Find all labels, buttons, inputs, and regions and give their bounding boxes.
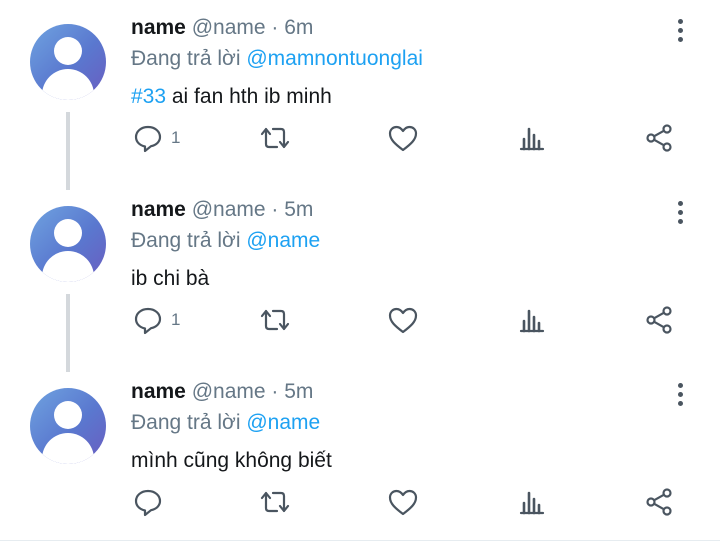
timestamp[interactable]: · 5m	[271, 198, 313, 221]
like-icon	[387, 305, 419, 335]
avatar[interactable]	[30, 388, 106, 464]
tweet[interactable]: name @name · 6m Đang trả lời @mamnontuon…	[0, 0, 720, 182]
like-icon	[387, 123, 419, 153]
like-button[interactable]	[387, 118, 419, 158]
retweet-button[interactable]	[258, 118, 292, 158]
timestamp[interactable]: · 5m	[271, 380, 313, 403]
stats-button[interactable]	[518, 300, 546, 340]
tweet-header: name @name · 6m	[131, 16, 313, 40]
like-button[interactable]	[387, 482, 419, 522]
share-button[interactable]	[644, 118, 674, 158]
retweet-button[interactable]	[258, 300, 292, 340]
replying-to: Đang trả lời @name	[131, 411, 320, 435]
replying-to: Đang trả lời @mamnontuonglai	[131, 47, 423, 71]
user-handle: @name	[191, 16, 266, 39]
more-icon[interactable]	[670, 16, 690, 46]
reply-icon	[133, 487, 163, 517]
replying-to: Đang trả lời @name	[131, 229, 320, 253]
retweet-icon	[258, 305, 292, 335]
tweet-text: #33 ai fan hth ib minh	[131, 85, 332, 109]
like-button[interactable]	[387, 300, 419, 340]
reply-button[interactable]: 1	[133, 118, 180, 158]
more-icon[interactable]	[670, 380, 690, 410]
replying-to-label: Đang trả lời	[131, 47, 241, 70]
more-icon[interactable]	[670, 198, 690, 228]
share-icon	[644, 123, 674, 153]
replying-to-label: Đang trả lời	[131, 411, 241, 434]
share-icon	[644, 305, 674, 335]
user-handle: @name	[191, 380, 266, 403]
reply-icon	[133, 305, 163, 335]
reply-button[interactable]	[133, 482, 163, 522]
share-button[interactable]	[644, 482, 674, 522]
reply-to-link[interactable]: @name	[246, 411, 320, 434]
display-name[interactable]: name	[131, 380, 186, 403]
stats-button[interactable]	[518, 118, 546, 158]
tweet-header: name @name · 5m	[131, 380, 313, 404]
tweet[interactable]: name @name · 5m Đang trả lời @name mình …	[0, 364, 720, 546]
reply-count: 1	[171, 128, 181, 147]
stats-icon	[518, 123, 546, 153]
reply-to-link[interactable]: @mamnontuonglai	[246, 47, 423, 70]
hashtag-link[interactable]: #33	[131, 85, 166, 108]
tweet-header: name @name · 5m	[131, 198, 313, 222]
tweet-body: ai fan hth ib minh	[166, 85, 332, 108]
timestamp[interactable]: · 6m	[271, 16, 313, 39]
retweet-button[interactable]	[258, 482, 292, 522]
retweet-icon	[258, 123, 292, 153]
action-bar	[0, 482, 720, 522]
stats-button[interactable]	[518, 482, 546, 522]
divider	[0, 540, 720, 541]
share-icon	[644, 487, 674, 517]
reply-button[interactable]: 1	[133, 300, 180, 340]
retweet-icon	[258, 487, 292, 517]
display-name[interactable]: name	[131, 16, 186, 39]
action-bar: 1	[0, 300, 720, 340]
tweet[interactable]: name @name · 5m Đang trả lời @name ib ch…	[0, 182, 720, 364]
user-handle: @name	[191, 198, 266, 221]
like-icon	[387, 487, 419, 517]
stats-icon	[518, 487, 546, 517]
reply-to-link[interactable]: @name	[246, 229, 320, 252]
stats-icon	[518, 305, 546, 335]
tweet-text: ib chi bà	[131, 267, 210, 290]
avatar[interactable]	[30, 206, 106, 282]
avatar[interactable]	[30, 24, 106, 100]
display-name[interactable]: name	[131, 198, 186, 221]
share-button[interactable]	[644, 300, 674, 340]
reply-count: 1	[171, 310, 181, 329]
action-bar: 1	[0, 118, 720, 158]
replying-to-label: Đang trả lời	[131, 229, 241, 252]
reply-icon	[133, 123, 163, 153]
tweet-text: mình cũng không biết	[131, 449, 332, 472]
